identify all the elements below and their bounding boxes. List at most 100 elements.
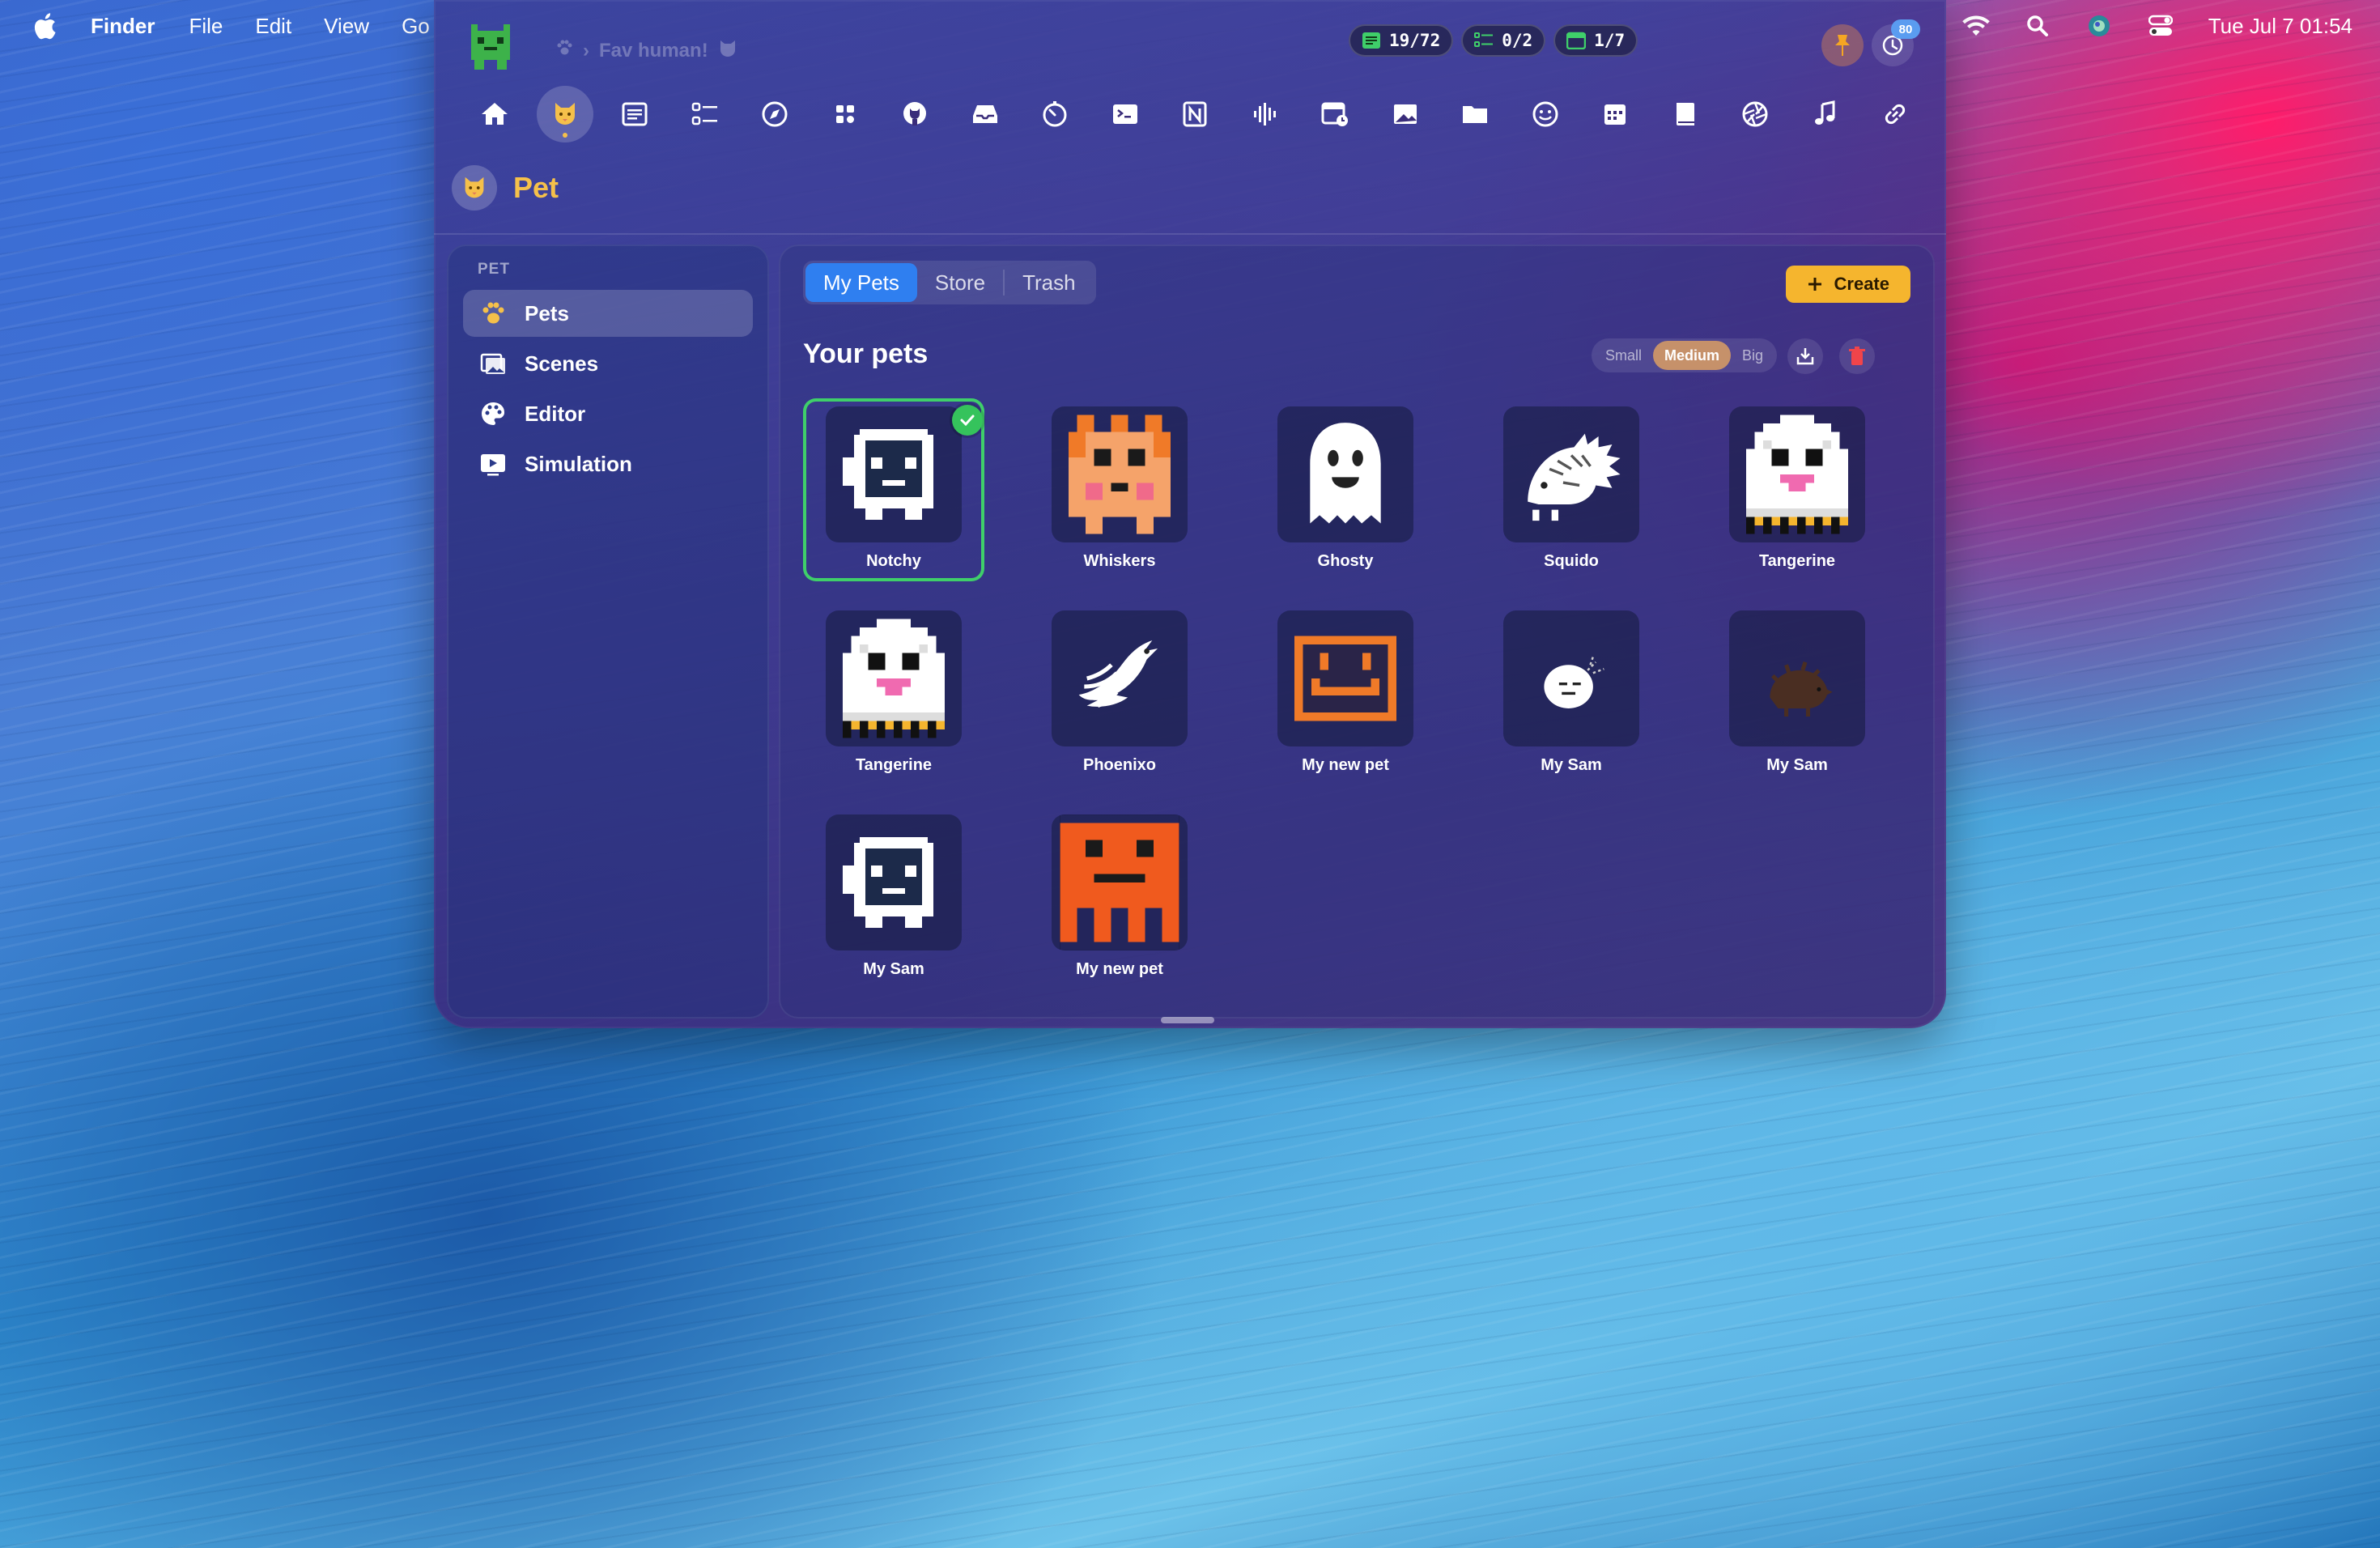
pet-card[interactable]: Tangerine xyxy=(1706,398,1888,581)
spotlight-icon[interactable] xyxy=(2024,12,2051,40)
pet-tool-button[interactable] xyxy=(536,86,593,142)
size-small-option[interactable]: Small xyxy=(1594,341,1653,370)
pet-card[interactable]: My new pet xyxy=(1029,806,1210,989)
apple-icon[interactable] xyxy=(32,12,57,40)
whiskers-pet-icon xyxy=(1069,415,1171,534)
pet-card[interactable]: Squido xyxy=(1481,398,1662,581)
music-icon xyxy=(1814,100,1834,125)
apps-tool-button[interactable] xyxy=(817,86,873,142)
music-tool-button[interactable] xyxy=(1797,86,1854,142)
link-tool-button[interactable] xyxy=(1867,86,1923,142)
paw-icon xyxy=(482,302,504,324)
pet-name: Tangerine xyxy=(855,756,933,774)
tangerine-pet-icon xyxy=(1746,415,1848,534)
tab-store[interactable]: Store xyxy=(917,263,1003,302)
pet-card[interactable]: My Sam xyxy=(1481,602,1662,785)
tasks-stat[interactable]: 0/2 xyxy=(1461,24,1546,57)
menu-view[interactable]: View xyxy=(324,14,369,39)
pet-icon xyxy=(555,103,575,125)
window-resize-handle[interactable] xyxy=(1161,1017,1214,1023)
selected-check-icon xyxy=(952,405,983,436)
timer-tool-button[interactable] xyxy=(1026,86,1083,142)
create-button-label: Create xyxy=(1834,274,1889,294)
pet-card[interactable]: Notchy xyxy=(803,398,984,581)
image-tool-button[interactable] xyxy=(1377,86,1434,142)
folder-tool-button[interactable] xyxy=(1447,86,1503,142)
pet-name: Phoenixo xyxy=(1082,756,1156,774)
pet-card[interactable]: My new pet xyxy=(1255,602,1436,785)
calendar-tool-button[interactable] xyxy=(1587,86,1643,142)
pet-card[interactable]: Ghosty xyxy=(1255,398,1436,581)
pet-name: My Sam xyxy=(863,960,924,978)
notes-stat[interactable]: 19/72 xyxy=(1349,24,1454,57)
page-title: Pet xyxy=(513,171,559,204)
size-medium-option[interactable]: Medium xyxy=(1653,341,1732,370)
audio-wave-icon xyxy=(1253,103,1276,125)
menu-edit[interactable]: Edit xyxy=(255,14,291,39)
palette-icon xyxy=(482,402,505,425)
pin-button[interactable] xyxy=(1821,24,1864,66)
sidebar-section-header: PET xyxy=(478,261,510,278)
apps-icon xyxy=(835,105,854,123)
box-pet-icon xyxy=(1294,636,1396,721)
delete-button[interactable] xyxy=(1839,338,1875,374)
pet-thumbnail xyxy=(1503,406,1639,542)
sam-blob-pet-icon xyxy=(1544,656,1604,708)
app-logo-icon[interactable] xyxy=(465,21,516,73)
sidebar-item-pets[interactable]: Pets xyxy=(463,290,753,337)
terminal-tool-button[interactable] xyxy=(1097,86,1154,142)
import-icon xyxy=(1796,348,1814,365)
menu-clock[interactable]: Tue Jul 7 01:54 xyxy=(2208,14,2352,39)
notes-stat-value: 19/72 xyxy=(1389,31,1441,50)
notion-icon xyxy=(1183,101,1207,127)
pet-card[interactable]: Whiskers xyxy=(1029,398,1210,581)
control-center-icon[interactable] xyxy=(2147,12,2174,40)
audio-tool-button[interactable] xyxy=(1237,86,1294,142)
size-big-option[interactable]: Big xyxy=(1731,341,1774,370)
calendar-stat[interactable]: 1/7 xyxy=(1553,24,1638,57)
emoji-tool-button[interactable] xyxy=(1517,86,1574,142)
tab-my-pets[interactable]: My Pets xyxy=(805,263,917,302)
stats-bar: 19/72 0/2 1/7 xyxy=(1349,24,1638,57)
notes-icon xyxy=(1362,32,1380,49)
menu-go[interactable]: Go xyxy=(402,14,430,39)
chevron-right-icon: › xyxy=(583,39,589,62)
menu-file[interactable]: File xyxy=(189,14,223,39)
siri-icon[interactable] xyxy=(2085,12,2113,40)
pet-card[interactable]: My Sam xyxy=(1706,602,1888,785)
pet-name: My new pet xyxy=(1302,756,1389,774)
create-button[interactable]: Create xyxy=(1785,266,1910,303)
pet-thumbnail xyxy=(826,814,962,950)
pet-card[interactable]: Phoenixo xyxy=(1029,602,1210,785)
notes-icon xyxy=(622,102,648,126)
trash-icon xyxy=(1849,347,1865,365)
compass-tool-button[interactable] xyxy=(746,86,803,142)
pet-card[interactable]: Tangerine xyxy=(803,602,984,785)
scenes-icon xyxy=(480,353,505,374)
pet-name: Squido xyxy=(1544,552,1599,570)
wifi-icon[interactable] xyxy=(1961,12,1990,40)
sidebar-item-editor[interactable]: Editor xyxy=(463,390,753,437)
tab-trash[interactable]: Trash xyxy=(1005,263,1094,302)
inbox-tool-button[interactable] xyxy=(957,86,1014,142)
history-badge: 80 xyxy=(1891,19,1920,39)
app-toolbar xyxy=(466,86,1923,142)
pet-card[interactable]: My Sam xyxy=(803,806,984,989)
schedule-tool-button[interactable] xyxy=(1307,86,1363,142)
checklist-tool-button[interactable] xyxy=(677,86,733,142)
book-tool-button[interactable] xyxy=(1657,86,1714,142)
aperture-tool-button[interactable] xyxy=(1727,86,1783,142)
menu-app-name[interactable]: Finder xyxy=(91,14,155,39)
github-tool-button[interactable] xyxy=(886,86,943,142)
home-tool-button[interactable] xyxy=(466,86,523,142)
main-panel: My Pets Store Trash Create Your pets Sma… xyxy=(779,245,1935,1019)
import-button[interactable] xyxy=(1787,338,1823,374)
sidebar-item-simulation[interactable]: Simulation xyxy=(463,440,753,487)
notion-tool-button[interactable] xyxy=(1167,86,1223,142)
calendar-stat-value: 1/7 xyxy=(1594,31,1626,50)
sidebar-item-scenes[interactable]: Scenes xyxy=(463,340,753,387)
notes-tool-button[interactable] xyxy=(606,86,663,142)
notchy-pet-icon xyxy=(843,429,933,520)
github-icon xyxy=(903,102,926,125)
pet-app-window: › Fav human! 19/72 0/2 1/7 80 Pet PET Pe… xyxy=(434,0,1946,1028)
